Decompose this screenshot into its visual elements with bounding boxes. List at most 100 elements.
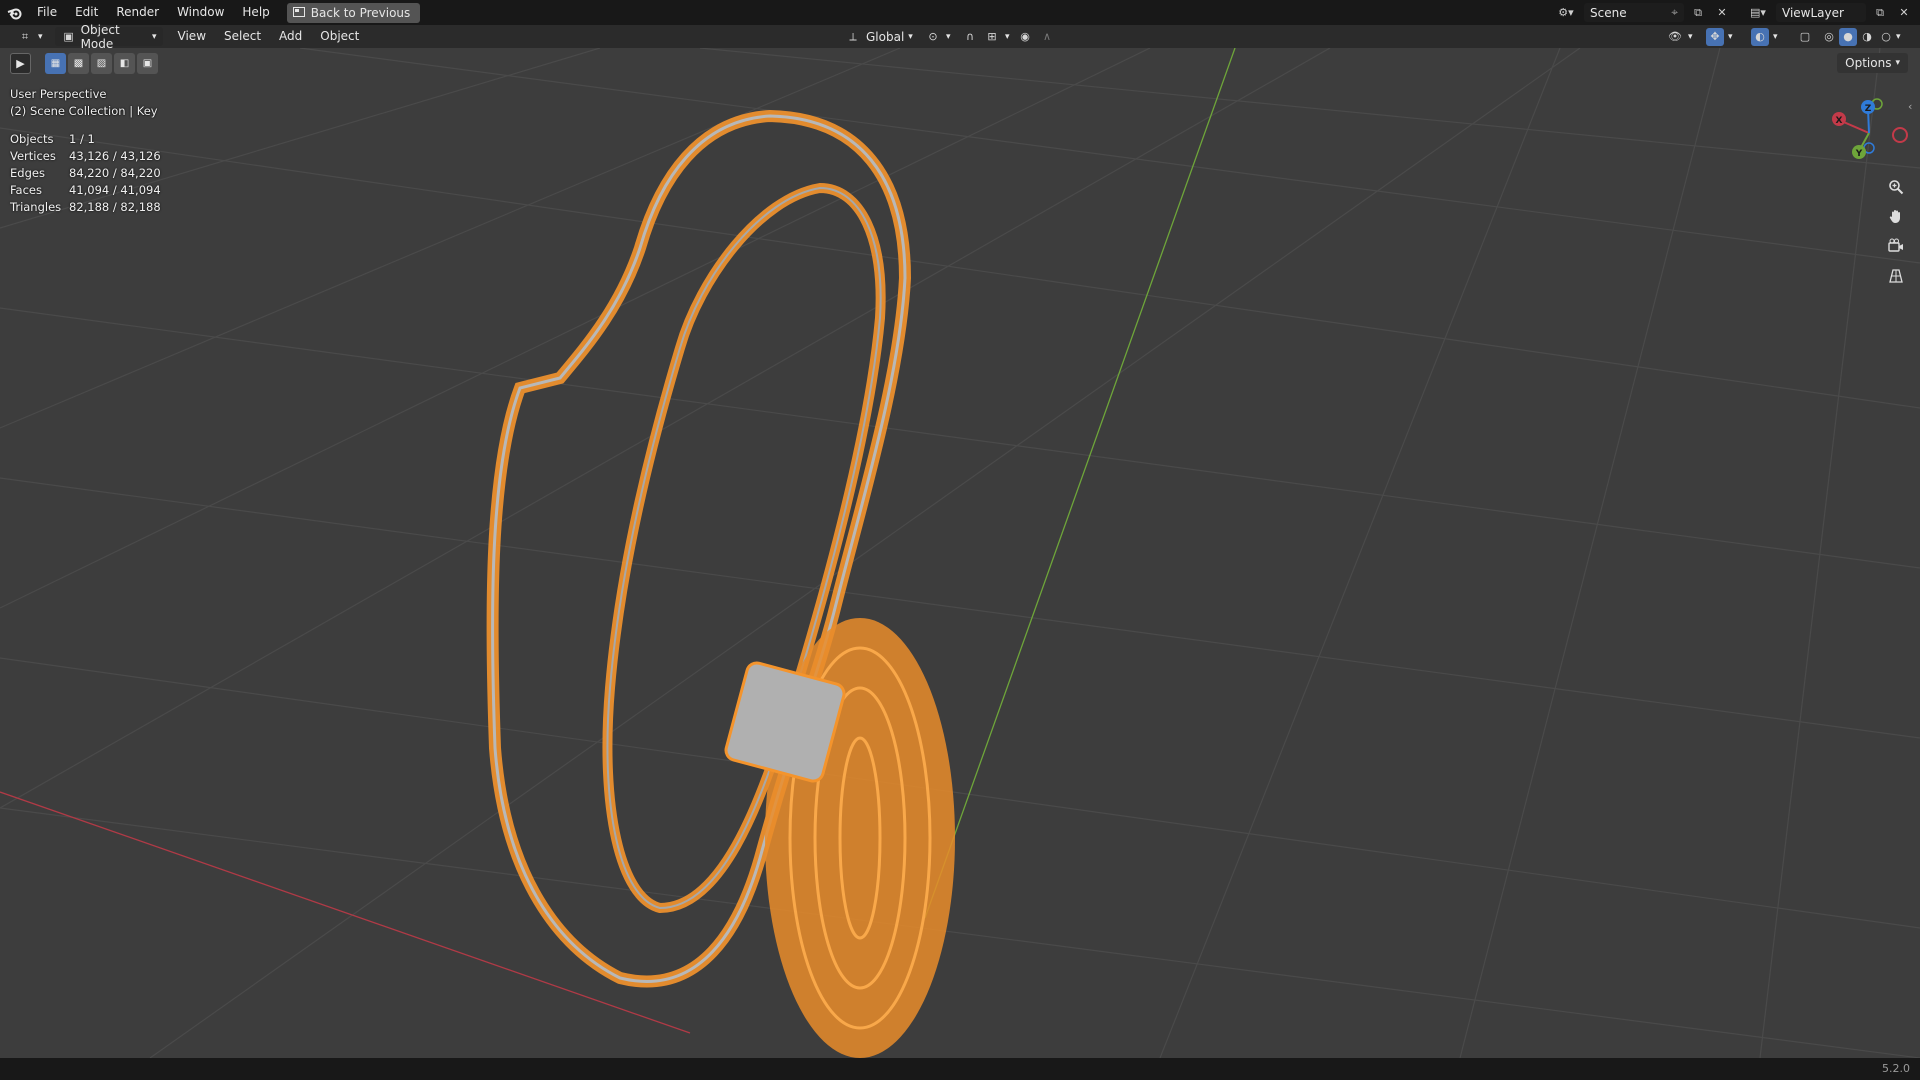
select-invert-button[interactable]: ◧ [114, 53, 135, 74]
select-subtract-button[interactable]: ▨ [91, 53, 112, 74]
stat-label: Vertices [10, 149, 56, 163]
new-view-layer-icon[interactable]: ⧉ [1870, 3, 1890, 22]
select-extend-icon: ▩ [73, 58, 84, 69]
stat-row-vertices: Vertices 43,126 / 43,126 [10, 148, 161, 165]
viewport-overlay-text: User Perspective (2) Scene Collection | … [10, 86, 158, 120]
orientation-label: Global [866, 29, 905, 44]
grid-icon[interactable] [1882, 263, 1910, 289]
options-label: Options [1845, 56, 1892, 70]
delete-scene-icon[interactable]: ✕ [1712, 3, 1732, 22]
pivot-dropdown[interactable]: ⊙ ▾ [918, 27, 957, 46]
menu-object[interactable]: Object [311, 25, 368, 48]
snap-icon: ∩ [965, 30, 975, 43]
stat-label: Faces [10, 183, 42, 197]
select-invert-icon: ◧ [119, 58, 130, 69]
proportional-toggle[interactable]: ◉ ∧ [1010, 27, 1062, 46]
menu-view[interactable]: View [169, 25, 215, 48]
rendered-shading-icon[interactable]: ○ [1877, 28, 1895, 46]
editor-type-icon: ⌗ [21, 29, 29, 43]
stat-value: 82,188 / 82,188 [69, 200, 161, 214]
menu-render[interactable]: Render [107, 0, 168, 25]
view-layer-field[interactable]: ViewLayer [1776, 3, 1866, 22]
select-new-button[interactable]: ▦ [45, 53, 66, 74]
select-intersect-icon: ▣ [142, 58, 153, 69]
pivot-icon: ⊙ [928, 30, 938, 43]
viewport-header: ⌗ ▾ ▣ Object Mode ▾ View Select Add Objec… [0, 23, 1920, 51]
scene-name: Scene [1590, 5, 1627, 20]
view-layer-selector-icon[interactable]: ▤▾ [1744, 3, 1772, 22]
top-menu-bar: File Edit Render Window Help Back to Pre… [0, 0, 1920, 25]
stat-value: 43,126 / 43,126 [69, 149, 161, 163]
orientation-icon: ⟂ [849, 29, 857, 43]
mode-dropdown[interactable]: ▣ Object Mode ▾ [54, 23, 163, 51]
menu-window[interactable]: Window [168, 0, 233, 25]
tool-settings-row: ▶ ▦ ▩ ▨ ◧ ▣ [10, 53, 158, 74]
shading-modes[interactable]: ◎ ● ◑ ○ ▾ [1814, 27, 1907, 46]
orientation-dropdown[interactable]: ⟂ Global ▾ [838, 27, 919, 46]
select-subtract-icon: ▨ [96, 58, 107, 69]
viewport-3d[interactable] [0, 48, 1920, 1058]
stat-row-triangles: Triangles 82,188 / 82,188 [10, 199, 161, 216]
menu-select[interactable]: Select [215, 25, 270, 48]
gizmo-y-label: Y [1855, 149, 1863, 159]
scene-field[interactable]: Scene ⌖ [1584, 3, 1684, 22]
stat-value: 1 / 1 [69, 132, 95, 146]
menu-help[interactable]: Help [233, 0, 278, 25]
stat-label: Triangles [10, 200, 62, 214]
pin-icon[interactable]: ⌖ [1671, 5, 1678, 20]
back-to-previous-button[interactable]: Back to Previous [286, 2, 421, 23]
delete-view-layer-icon[interactable]: ✕ [1894, 3, 1914, 22]
back-to-previous-label: Back to Previous [310, 5, 411, 20]
select-new-icon: ▦ [50, 58, 61, 69]
navigation-gizmo[interactable]: X Y Z [1820, 92, 1910, 164]
menu-add[interactable]: Add [270, 25, 311, 48]
visibility-dropdown[interactable]: 👁 ▾ [1660, 27, 1699, 46]
gizmo-x-label: X [1836, 116, 1843, 126]
select-extend-button[interactable]: ▩ [68, 53, 89, 74]
perspective-label: User Perspective [10, 87, 107, 101]
blender-icon[interactable] [2, 0, 28, 25]
stat-label: Objects [10, 132, 54, 146]
collection-label: (2) Scene Collection | Key [10, 104, 158, 118]
top-right-controls: ⚙▾ Scene ⌖ ⧉ ✕ ▤▾ ViewLayer ⧉ ✕ [1552, 0, 1920, 25]
stat-row-objects: Objects 1 / 1 [10, 131, 161, 148]
stat-row-edges: Edges 84,220 / 84,220 [10, 165, 161, 182]
stat-value: 41,094 / 41,094 [69, 183, 161, 197]
object-mode-icon: ▣ [63, 30, 74, 43]
editor-type-button[interactable]: ⌗ ▾ [10, 27, 49, 46]
hand-icon[interactable] [1882, 203, 1910, 229]
stat-label: Edges [10, 166, 45, 180]
select-intersect-button[interactable]: ▣ [137, 53, 158, 74]
falloff-icon: ∧ [1042, 30, 1052, 43]
camera-icon[interactable] [1882, 233, 1910, 259]
visibility-icon: 👁 [1668, 30, 1682, 43]
stat-value: 84,220 / 84,220 [69, 166, 161, 180]
snap-target-icon: ⊞ [987, 30, 997, 43]
select-tool-button[interactable]: ▶ [10, 53, 31, 74]
view-layer-name: ViewLayer [1782, 5, 1844, 20]
scene-selector-icon[interactable]: ⚙▾ [1552, 3, 1580, 22]
snap-toggle[interactable]: ∩ ⊞ ▾ [955, 27, 1016, 46]
new-scene-icon[interactable]: ⧉ [1688, 3, 1708, 22]
solid-shading-icon[interactable]: ● [1839, 27, 1857, 46]
menu-file[interactable]: File [28, 0, 66, 25]
gizmo-toggle[interactable]: ✥ ▾ [1700, 27, 1739, 46]
options-dropdown[interactable]: Options ▾ [1837, 53, 1908, 73]
scene-statistics: Objects 1 / 1 Vertices 43,126 / 43,126 E… [10, 131, 161, 216]
wireframe-shading-icon[interactable]: ◎ [1820, 28, 1838, 46]
overlay-icon: ◐ [1751, 27, 1769, 46]
cursor-icon: ▶ [16, 57, 25, 70]
zoom-icon[interactable] [1882, 174, 1910, 200]
status-bar: 5.2.0 [0, 1058, 1920, 1080]
stat-row-faces: Faces 41,094 / 41,094 [10, 182, 161, 199]
mode-label: Object Mode [80, 22, 120, 51]
gizmo-z-label: Z [1865, 104, 1872, 114]
overlay-toggle[interactable]: ◐ ▾ [1745, 27, 1784, 46]
version-label: 5.2.0 [1882, 1062, 1910, 1075]
material-shading-icon[interactable]: ◑ [1858, 28, 1876, 46]
menu-edit[interactable]: Edit [66, 0, 107, 25]
xray-icon: ▢ [1799, 30, 1811, 43]
fullscreen-exit-icon [292, 6, 305, 20]
gizmo-neg-x[interactable] [1892, 127, 1908, 143]
proportional-icon: ◉ [1020, 30, 1030, 43]
